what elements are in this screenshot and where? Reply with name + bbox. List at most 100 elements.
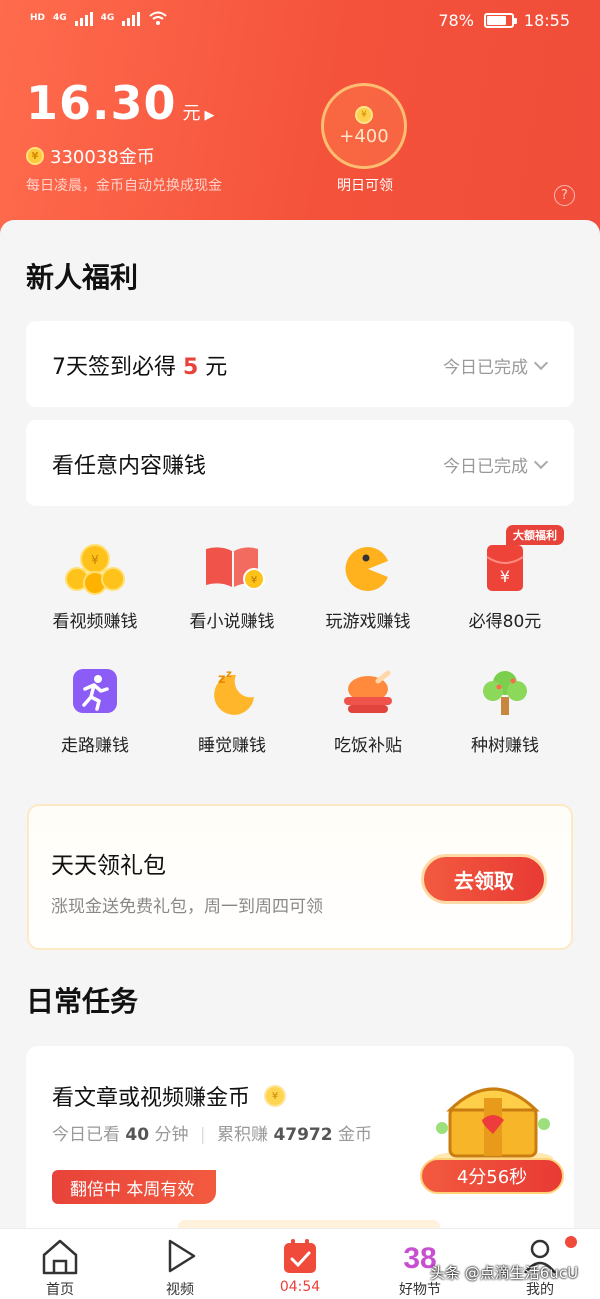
- svg-text:¥: ¥: [500, 567, 510, 586]
- grid-label: 看小说赚钱: [189, 612, 275, 632]
- total-unit: 金币: [332, 1125, 372, 1145]
- grid-label: 玩游戏赚钱: [325, 612, 411, 632]
- clock: 18:55: [523, 11, 570, 30]
- cash-amount: 16.30: [26, 76, 177, 130]
- tomorrow-bonus-ring[interactable]: ¥ +400: [321, 83, 407, 169]
- task-stats: 今日已看 40 分钟 | 累积赚 47972 金币: [52, 1120, 372, 1145]
- coin-icon: ¥: [26, 147, 44, 165]
- svg-text:z: z: [226, 669, 232, 680]
- calendar-check-icon: [280, 1237, 320, 1275]
- minutes-value: 40: [125, 1125, 150, 1145]
- gift-card: 天天领礼包 涨现金送免费礼包，周一到周四可领 去领取: [27, 804, 573, 950]
- nav-label: 04:54: [279, 1279, 321, 1295]
- status-bar: HD 4G 4G 78% 18:55: [0, 0, 600, 44]
- bonus-amount: +400: [339, 125, 389, 147]
- gift-subtitle: 涨现金送免费礼包，周一到周四可领: [51, 897, 323, 917]
- caret-right-icon: ▶: [204, 108, 215, 123]
- battery-fill: [486, 16, 506, 25]
- grid-label: 看视频赚钱: [52, 612, 138, 632]
- svg-text:¥: ¥: [91, 553, 99, 567]
- red-envelope-icon: ¥: [479, 543, 531, 595]
- task-title-row: 看文章或视频赚金币 ¥: [52, 1080, 287, 1112]
- watermark: 头条 @点滴生活6ucU: [430, 1264, 579, 1282]
- moon-icon: zz: [206, 667, 258, 719]
- total-value: 47972: [273, 1125, 333, 1145]
- book-icon: ¥: [206, 543, 265, 595]
- grid-item-tree[interactable]: 种树赚钱: [435, 667, 575, 756]
- nav-video[interactable]: 视频: [135, 1237, 225, 1299]
- battery-percent: 78%: [438, 11, 474, 30]
- checkin-prefix: 7天签到必得: [52, 355, 183, 380]
- daily-tasks-title: 日常任务: [26, 985, 139, 1018]
- grid-item-novel[interactable]: ¥ 看小说赚钱: [162, 543, 302, 632]
- pacman-icon: [342, 543, 394, 595]
- exchange-note: 每日凌晨，金币自动兑换成现金: [26, 178, 222, 194]
- network-4g-label-2: 4G: [100, 13, 115, 23]
- checkin-title: 7天签到必得 5 元: [52, 349, 227, 381]
- cash-unit: 元: [182, 103, 201, 124]
- home-icon: [40, 1237, 80, 1275]
- coins-icon: ¥: [65, 543, 125, 595]
- big-bonus-tag: 大额福利: [506, 525, 564, 545]
- grid-item-sleep[interactable]: zz 睡觉赚钱: [162, 667, 302, 756]
- running-icon: [69, 667, 121, 719]
- nav-label: 我的: [526, 1282, 554, 1298]
- grid-label: 吃饭补贴: [334, 736, 402, 756]
- grid-item-red-envelope[interactable]: ¥ 必得80元: [435, 543, 575, 632]
- chevron-down-icon: [533, 454, 549, 470]
- countdown-timer: 4分56秒: [420, 1158, 564, 1194]
- claim-gift-button[interactable]: 去领取: [421, 854, 547, 904]
- wifi-icon: [149, 11, 167, 25]
- browse-status[interactable]: 今日已完成: [443, 452, 549, 477]
- chevron-down-icon: [533, 355, 549, 371]
- total-prefix: 累积赚: [217, 1125, 274, 1145]
- grid-label: 必得80元: [468, 612, 542, 632]
- help-icon[interactable]: ?: [554, 185, 575, 206]
- browse-card[interactable]: 看任意内容赚钱 今日已完成: [26, 420, 574, 506]
- checkin-amount: 5: [183, 355, 199, 380]
- status-right: 78% 18:55: [438, 11, 570, 30]
- cash-balance[interactable]: 16.30 元 ▶: [26, 76, 215, 130]
- nav-tasks[interactable]: 04:54: [255, 1237, 345, 1295]
- checkin-card[interactable]: 7天签到必得 5 元 今日已完成: [26, 321, 574, 407]
- grid-item-game[interactable]: 玩游戏赚钱: [298, 543, 438, 632]
- browse-status-text: 今日已完成: [443, 457, 528, 477]
- network-4g-label: 4G: [53, 13, 67, 23]
- grid-label: 走路赚钱: [61, 736, 129, 756]
- task-title: 看文章或视频赚金币: [52, 1086, 251, 1111]
- hd-label: HD: [30, 13, 46, 23]
- nav-home[interactable]: 首页: [15, 1237, 105, 1299]
- grid-label: 种树赚钱: [471, 736, 539, 756]
- grid-item-video[interactable]: ¥ 看视频赚钱: [25, 543, 165, 632]
- signal-icon: [74, 10, 93, 26]
- checkin-status-text: 今日已完成: [443, 358, 528, 378]
- stats-divider: |: [199, 1125, 206, 1145]
- nav-label: 好物节: [399, 1282, 441, 1298]
- coin-balance: ¥ 330038金币: [26, 143, 155, 169]
- grid-item-meal[interactable]: 吃饭补贴: [298, 667, 438, 756]
- tree-icon: [479, 667, 531, 719]
- boost-tag: 翻倍中 本周有效: [52, 1170, 217, 1204]
- nav-label: 首页: [46, 1282, 74, 1298]
- coin-icon: ¥: [355, 105, 373, 124]
- play-icon: [160, 1237, 200, 1275]
- stats-prefix: 今日已看: [52, 1125, 126, 1145]
- gift-title: 天天领礼包: [51, 853, 166, 879]
- coin-icon: ¥: [264, 1085, 287, 1107]
- bonus-label: 明日可领: [337, 178, 393, 194]
- battery-icon: [483, 13, 517, 28]
- new-user-title: 新人福利: [26, 261, 139, 294]
- network-indicators: HD 4G 4G: [30, 10, 168, 26]
- nav-label: 视频: [166, 1282, 194, 1298]
- checkin-suffix: 元: [198, 355, 228, 380]
- svg-text:z: z: [218, 672, 226, 687]
- grid-item-walk[interactable]: 走路赚钱: [25, 667, 165, 756]
- minutes-unit: 分钟: [149, 1125, 189, 1145]
- checkin-status[interactable]: 今日已完成: [443, 353, 549, 378]
- svg-text:¥: ¥: [251, 575, 257, 586]
- coin-balance-text: 330038金币: [50, 147, 155, 168]
- signal-icon-2: [122, 10, 141, 26]
- grid-label: 睡觉赚钱: [198, 736, 266, 756]
- notification-dot: [565, 1236, 577, 1248]
- browse-title: 看任意内容赚钱: [52, 454, 207, 479]
